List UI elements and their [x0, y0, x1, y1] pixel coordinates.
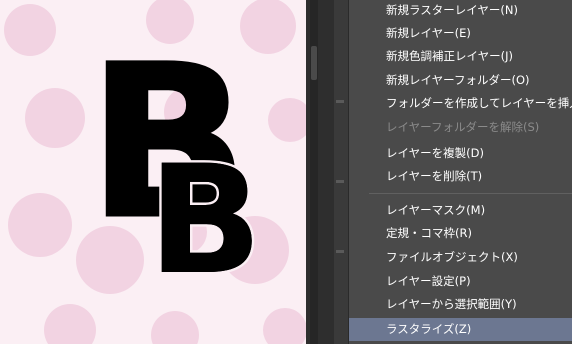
- menu-item-new-layer[interactable]: 新規レイヤー(E): [349, 22, 572, 45]
- side-strip: [334, 0, 348, 344]
- menu-item-label: 新規ラスターレイヤー(N): [386, 3, 518, 17]
- menu-item-create-folder-insert[interactable]: フォルダーを作成してレイヤーを挿入(F): [349, 92, 572, 115]
- menu-item-label: 新規色調補正レイヤー(J): [386, 49, 514, 63]
- menu-item-ruler-frame[interactable]: 定規・コマ枠(R): [349, 222, 572, 245]
- menu-item-layer-mask[interactable]: レイヤーマスク(M): [349, 199, 572, 222]
- menu-item-release-folder: レイヤーフォルダーを解除(S): [349, 116, 572, 139]
- menu-item-label: レイヤーを複製(D): [386, 146, 484, 160]
- menu-item-label: 新規レイヤー(E): [386, 26, 471, 40]
- menu-separator: [369, 193, 572, 194]
- menu-item-label: レイヤーから選択範囲(Y): [386, 297, 517, 311]
- menu-item-label: レイヤー設定(P): [386, 274, 471, 288]
- menu-item-file-object[interactable]: ファイルオブジェクト(X): [349, 246, 572, 269]
- letter-b-front-fill: B: [148, 134, 262, 308]
- menu-item-label: レイヤーを削除(T): [386, 169, 483, 183]
- menu-item-new-layer-folder[interactable]: 新規レイヤーフォルダー(O): [349, 69, 572, 92]
- menu-item-label: 定規・コマ枠(R): [386, 226, 472, 240]
- strip-marker: [336, 250, 344, 253]
- menu-item-label: フォルダーを作成してレイヤーを挿入(F): [386, 96, 572, 110]
- layer-panel-edge: [306, 0, 348, 344]
- menu-item-duplicate-layer[interactable]: レイヤーを複製(D): [349, 142, 572, 165]
- strip-marker: [336, 100, 344, 103]
- menu-item-new-raster-layer[interactable]: 新規ラスターレイヤー(N): [349, 0, 572, 22]
- menu-item-selection-from-layer[interactable]: レイヤーから選択範囲(Y): [349, 293, 572, 316]
- canvas-artwork: B B B: [4, 0, 306, 344]
- menu-item-label: 新規レイヤーフォルダー(O): [386, 73, 530, 87]
- menu-item-delete-layer[interactable]: レイヤーを削除(T): [349, 165, 572, 188]
- menu-item-rasterize[interactable]: ラスタライズ(Z): [349, 318, 572, 341]
- menu-item-new-correction-layer[interactable]: 新規色調補正レイヤー(J): [349, 45, 572, 68]
- strip-marker: [336, 180, 344, 183]
- menu-item-layer-settings[interactable]: レイヤー設定(P): [349, 270, 572, 293]
- menu-item-label: ラスタライズ(Z): [386, 322, 472, 336]
- menu-item-label: ファイルオブジェクト(X): [386, 250, 518, 264]
- menu-item-label: レイヤーマスク(M): [386, 203, 486, 217]
- scrollbar-thumb[interactable]: [311, 46, 317, 80]
- drawing-canvas[interactable]: B B B: [0, 0, 306, 344]
- layer-context-menu: 新規ラスターレイヤー(N) 新規レイヤー(E) 新規色調補正レイヤー(J) 新規…: [348, 0, 572, 344]
- menu-item-label: レイヤーフォルダーを解除(S): [386, 120, 540, 134]
